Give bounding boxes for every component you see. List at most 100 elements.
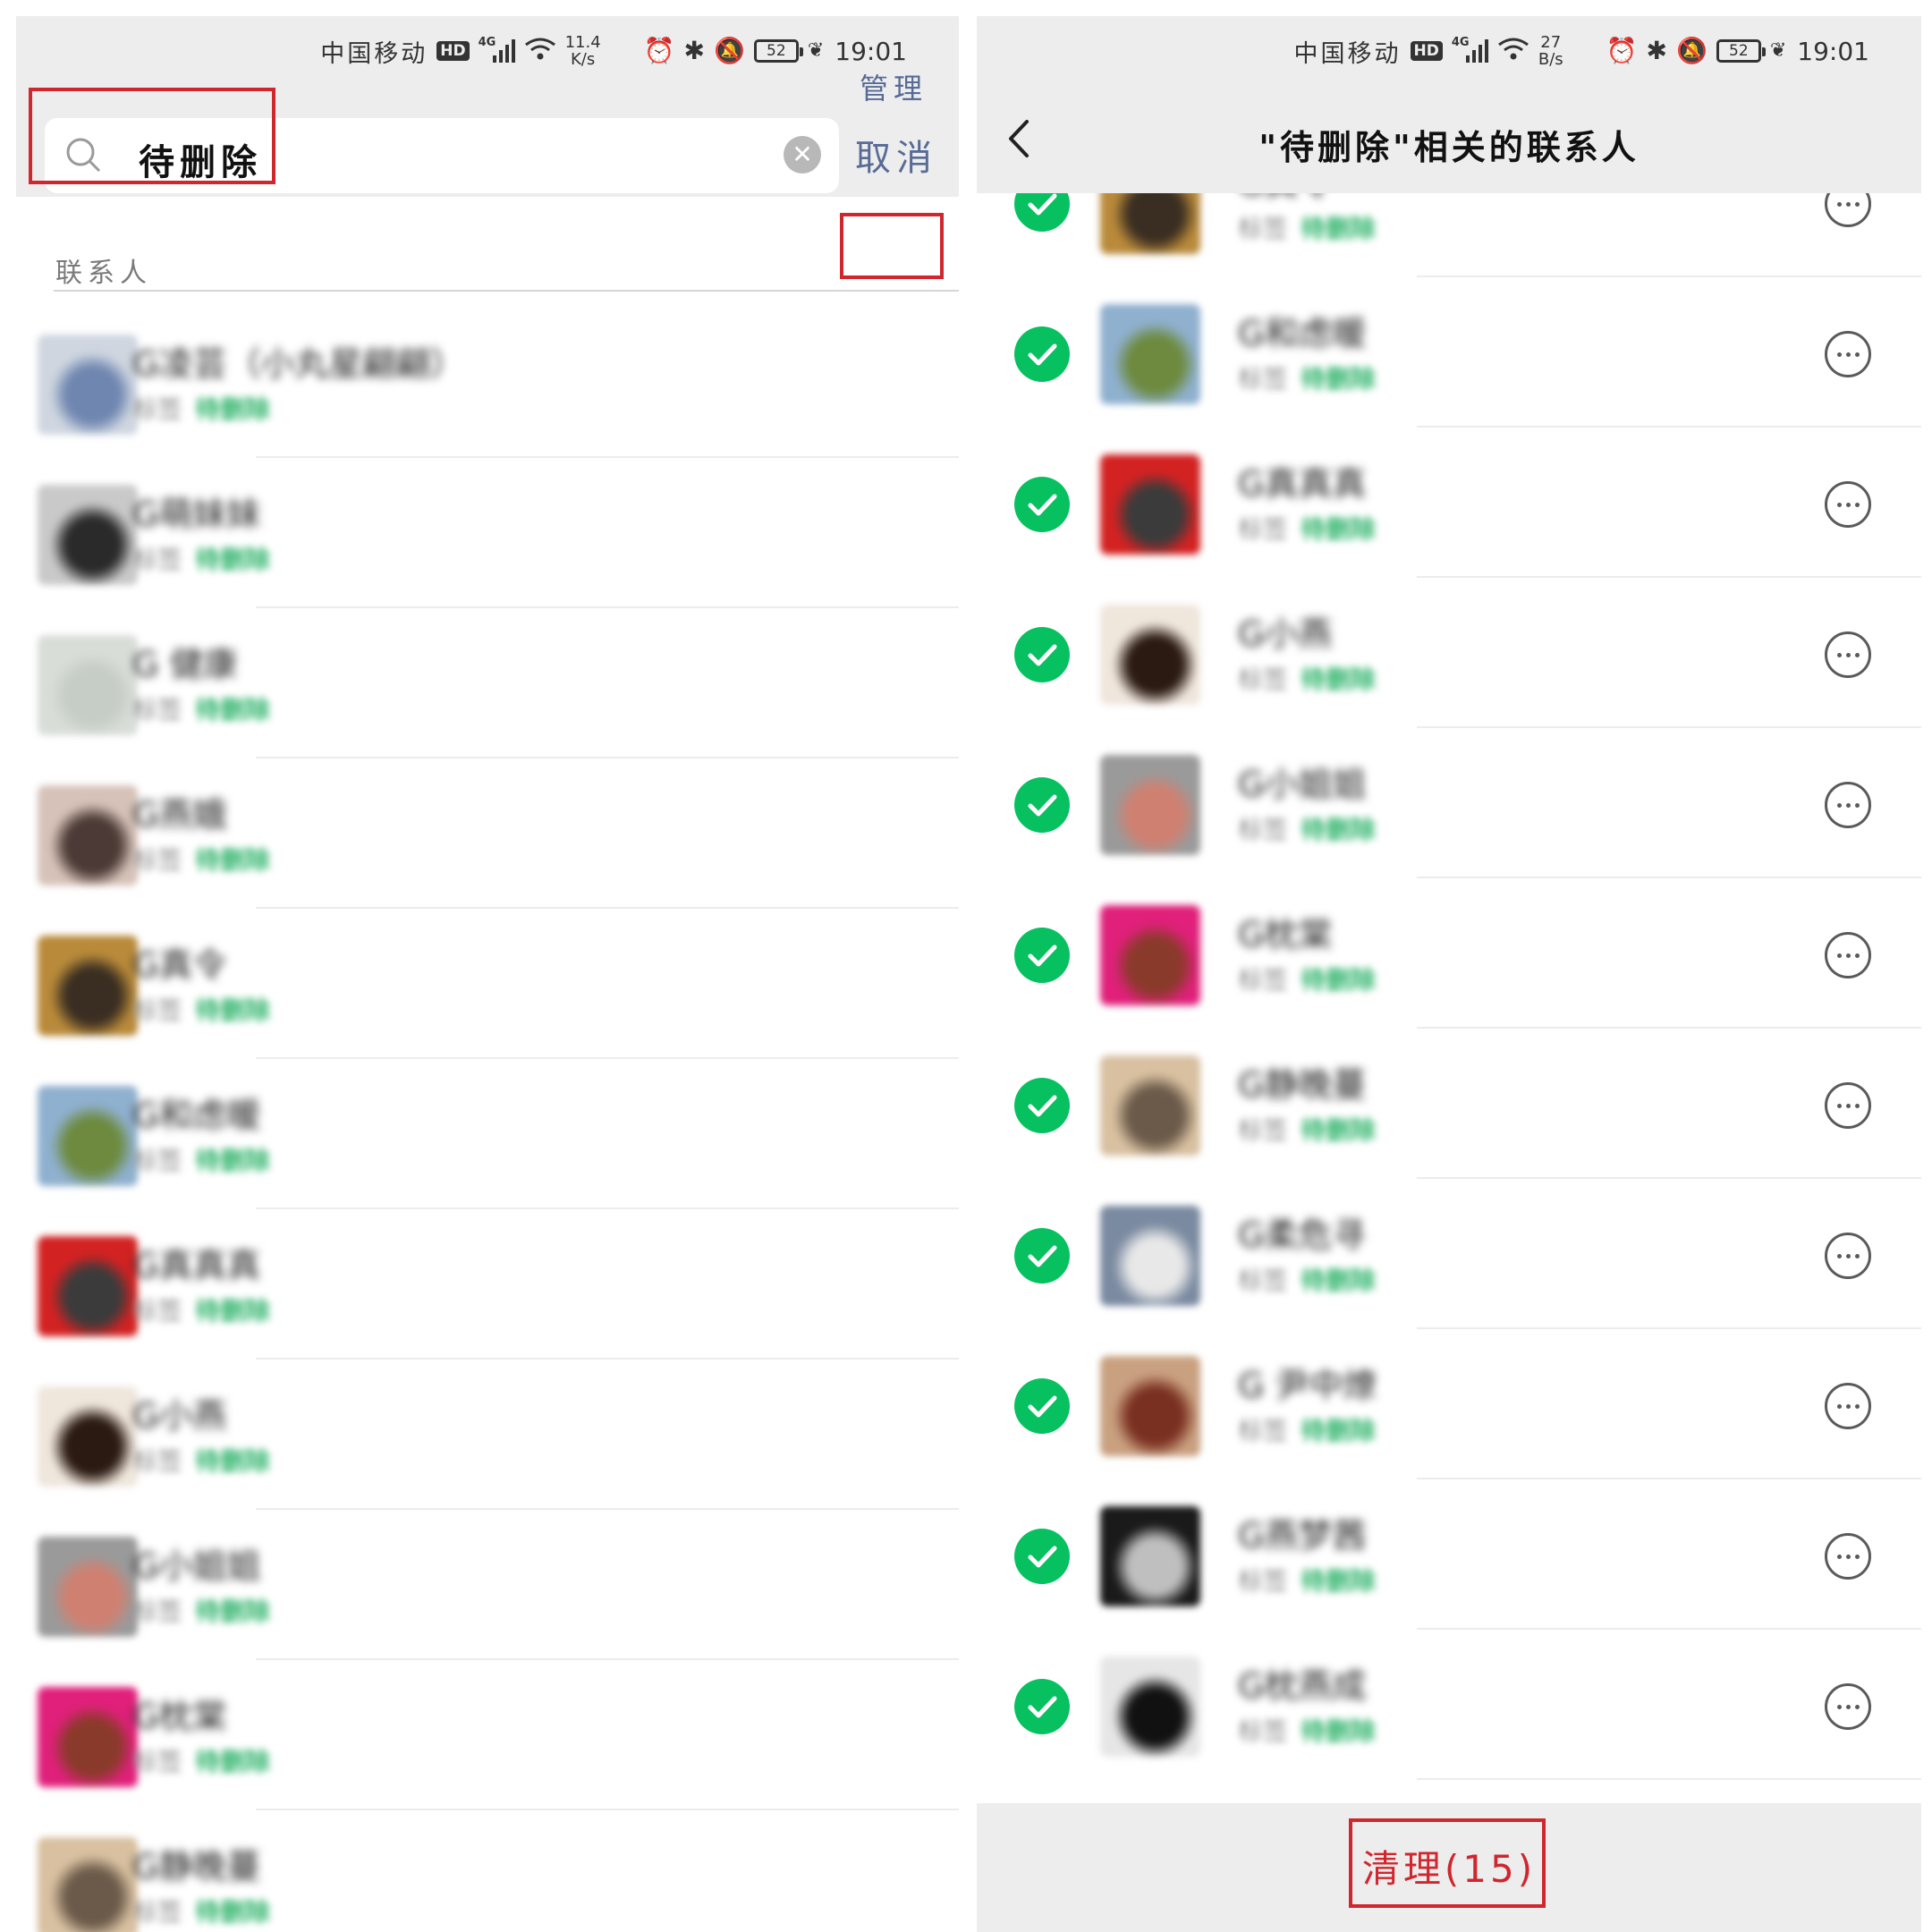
tag-label: 标签 (132, 1747, 183, 1776)
tag-label: 标签 (1238, 1566, 1289, 1596)
contact-tag-line: 标签 待删除 (132, 540, 270, 576)
contact-row[interactable]: G静晚蔓标签 待删除 (977, 1029, 1921, 1179)
contact-row[interactable]: G小姐姐 标签 待删除 (16, 1510, 959, 1660)
contact-name: G真真真 (132, 1246, 261, 1285)
checked-checkbox-icon[interactable] (1014, 627, 1070, 682)
bluetooth-icon: ✱ (1646, 36, 1667, 65)
avatar (38, 1236, 138, 1336)
contact-tag-line: 标签 待删除 (132, 991, 270, 1027)
contact-name: G枕棠 (1238, 915, 1333, 954)
power-saving-leaf-icon: ❦ (1769, 39, 1787, 62)
more-options-icon[interactable] (1825, 631, 1871, 678)
checked-checkbox-icon[interactable] (1014, 1228, 1070, 1284)
avatar (38, 485, 138, 585)
contact-row[interactable]: G枕棠 标签 待删除 (977, 878, 1921, 1029)
tag-value: 待删除 (195, 1897, 271, 1927)
checked-checkbox-icon[interactable] (1014, 477, 1070, 532)
contact-tag-line: 标签 待删除 (132, 691, 270, 726)
more-options-icon[interactable] (1825, 481, 1871, 528)
avatar (38, 335, 138, 435)
tag-label: 标签 (1238, 1115, 1289, 1145)
contact-row[interactable]: G和虑暖 标签 待删除 (16, 1059, 959, 1209)
contact-name: G燕梦茜 (1238, 1516, 1367, 1555)
manage-button[interactable]: 管理 (860, 66, 928, 107)
tag-value: 待删除 (1301, 1115, 1377, 1145)
clear-search-button[interactable]: ✕ (784, 136, 821, 174)
contact-row[interactable]: G枕燕成 标签 待删除 (977, 1630, 1921, 1780)
contact-row[interactable]: G静晚蔓 标签 待删除 (16, 1810, 959, 1932)
more-options-icon[interactable] (1825, 782, 1871, 828)
tag-label: 标签 (1238, 1266, 1289, 1295)
contact-row[interactable]: G真真真 标签 待删除 (16, 1209, 959, 1360)
more-options-icon[interactable] (1825, 331, 1871, 377)
contact-name: G真令 (132, 945, 227, 985)
tag-value: 待删除 (1301, 1266, 1377, 1295)
page-title: "待删除"相关的联系人 (1258, 128, 1640, 167)
avatar (38, 1086, 138, 1186)
tag-value: 待删除 (195, 1747, 271, 1776)
more-options-icon[interactable] (1825, 932, 1871, 979)
battery-icon: 52 (1716, 39, 1766, 63)
tag-value: 待删除 (195, 695, 271, 724)
contact-name: G静晚蔓 (1238, 1065, 1367, 1105)
checked-checkbox-icon[interactable] (1014, 1679, 1070, 1734)
section-label: 联系人 (55, 258, 152, 289)
more-options-icon[interactable] (1825, 1683, 1871, 1730)
manage-screen: G真令标签待删除G和虑暖标签待删除G真真真标签待删除G小燕标签待删除G小姐姐标签… (977, 16, 1921, 1932)
checked-checkbox-icon[interactable] (1014, 326, 1070, 382)
contact-row[interactable]: G小燕 标签 待删除 (977, 578, 1921, 728)
wifi-icon (524, 37, 556, 66)
contact-name: G和虑暖 (1238, 314, 1367, 353)
tag-value: 待删除 (1301, 1716, 1377, 1746)
avatar (1100, 905, 1200, 1005)
contact-row[interactable]: G小燕标签 待删除 (16, 1360, 959, 1510)
contact-row[interactable]: G小姐姐 标签 待删除 (977, 728, 1921, 878)
signal-icon: 4G (1452, 36, 1488, 63)
checked-checkbox-icon[interactable] (1014, 1078, 1070, 1133)
more-options-icon[interactable] (1825, 1533, 1871, 1580)
avatar (38, 635, 138, 735)
contact-row[interactable]: G燕梦茜 标签 待删除 (977, 1479, 1921, 1630)
contact-name: G枕棠 (132, 1697, 227, 1736)
contact-row[interactable]: G 尹中燎 标签 待删除 (977, 1329, 1921, 1479)
checked-checkbox-icon[interactable] (1014, 777, 1070, 833)
contact-tag-line: 标签 待删除 (1238, 510, 1376, 546)
contact-row[interactable]: G柔危寻 标签 待删除 (977, 1179, 1921, 1329)
tag-label: 标签 (1238, 665, 1289, 694)
contact-tag-line: 标签 待删除 (132, 1442, 270, 1478)
tag-value: 待删除 (195, 394, 271, 424)
mute-bell-icon: 🔕 (713, 36, 745, 65)
status-bar: 中国移动 HD 4G 27 B/s ⏰ ✱ 🔕 52 ❦ 19:01 (977, 16, 1921, 86)
cancel-button[interactable]: 取消 (855, 129, 937, 181)
tag-label: 标签 (132, 996, 183, 1025)
checked-checkbox-icon[interactable] (1014, 1378, 1070, 1434)
contact-row[interactable]: G真令标签待删除 (16, 909, 959, 1059)
contact-name: G萌妹妹 (132, 495, 261, 534)
checked-checkbox-icon[interactable] (1014, 928, 1070, 983)
contact-row[interactable]: G萌妹妹标签 待删除 (16, 458, 959, 608)
avatar (1100, 304, 1200, 404)
alarm-icon: ⏰ (643, 36, 675, 65)
contact-row[interactable]: G枕棠标签 待删除 (16, 1660, 959, 1810)
contact-name: G和虑暖 (132, 1096, 261, 1135)
contact-name: G小燕 (132, 1396, 227, 1436)
tag-label: 标签 (132, 695, 183, 724)
tag-value: 待删除 (195, 545, 271, 574)
avatar (38, 1687, 138, 1787)
more-options-icon[interactable] (1825, 1233, 1871, 1279)
more-options-icon[interactable] (1825, 1082, 1871, 1129)
contact-row[interactable]: G燕娥 标签 待删除 (16, 758, 959, 909)
contact-row[interactable]: G真真真 标签 待删除 (977, 428, 1921, 578)
avatar (38, 936, 138, 1036)
tag-value: 待删除 (1301, 665, 1377, 694)
avatar (1100, 1506, 1200, 1606)
contact-name: G小姐姐 (1238, 765, 1367, 804)
contact-row[interactable]: G和虑暖 标签 待删除 (977, 277, 1921, 428)
more-options-icon[interactable] (1825, 1383, 1871, 1429)
contact-name: G凌芸（小丸星翩翩） (132, 344, 465, 384)
checked-checkbox-icon[interactable] (1014, 1529, 1070, 1584)
contact-name: G 尹中燎 (1238, 1366, 1377, 1405)
contact-row[interactable]: G凌芸（小丸星翩翩） 标签 待删除 (16, 308, 959, 458)
contact-row[interactable]: G 健康 标签 待删除 (16, 608, 959, 758)
avatar (38, 1837, 138, 1932)
